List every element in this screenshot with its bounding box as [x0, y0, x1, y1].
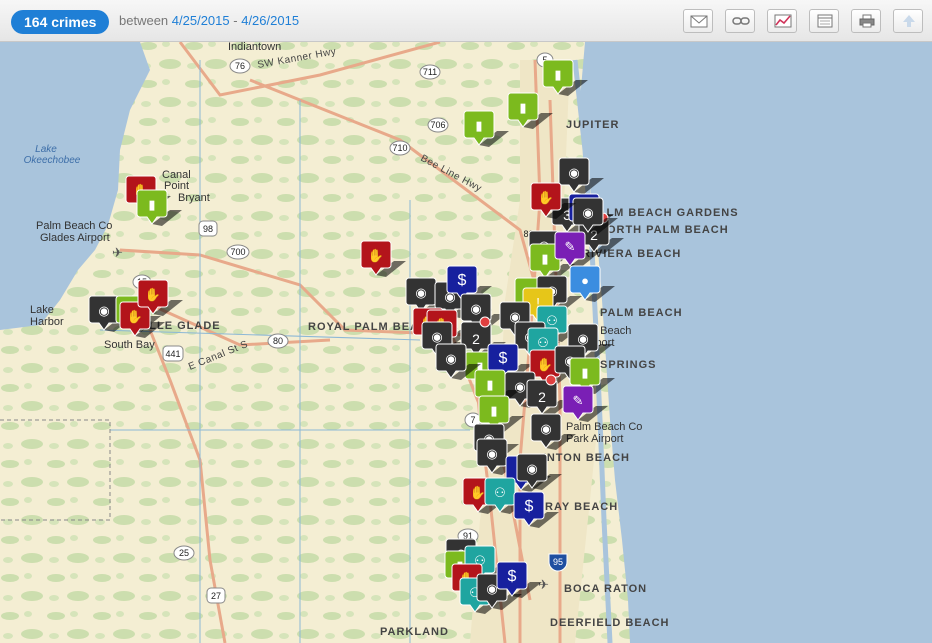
marker-glyph: ✋	[537, 357, 553, 372]
svg-text:76: 76	[235, 61, 245, 71]
airport-icon: ✈	[538, 577, 549, 592]
marker-glyph: ▮	[541, 251, 548, 266]
marker-cluster-count: 2	[472, 331, 480, 347]
svg-text:700: 700	[230, 247, 245, 257]
marker-glyph: ◉	[470, 301, 481, 316]
marker-glyph: ✋	[538, 190, 554, 205]
calendar-button[interactable]	[809, 9, 839, 33]
top-toolbar: 164 crimes between 4/25/2015 - 4/26/2015	[0, 0, 932, 42]
town-palm-beach: PALM BEACH	[600, 307, 683, 319]
scroll-top-icon	[903, 15, 915, 27]
marker-cluster-count: 2	[538, 389, 546, 405]
print-button[interactable]	[851, 9, 881, 33]
svg-text:95: 95	[553, 557, 563, 567]
email-button[interactable]	[683, 9, 713, 33]
marker-glyph: ●	[581, 273, 589, 288]
marker-glyph: ▮	[486, 377, 493, 392]
marker-glyph: ⚇	[546, 313, 558, 328]
marker-glyph: ▮	[581, 365, 588, 380]
marker-glyph: ◉	[431, 329, 442, 344]
marker-glyph: ▮	[490, 403, 497, 418]
map-canvas[interactable]: Lake Okeechobee Indiantown SW Kanner Hwy…	[0, 42, 932, 643]
town-jupiter: JUPITER	[566, 119, 619, 131]
town-parkland: PARKLAND	[380, 626, 449, 638]
svg-text:98: 98	[203, 224, 213, 234]
marker-glyph: ⚇	[537, 335, 549, 350]
lake-label-2: Okeechobee	[24, 155, 81, 166]
lake-label-1: Lake	[35, 144, 57, 155]
marker-glyph: ◉	[577, 331, 588, 346]
marker-plus-badge	[479, 316, 491, 328]
marker-glyph: ◉	[415, 285, 426, 300]
marker-glyph: $	[525, 498, 534, 515]
end-date-link[interactable]: 4/26/2015	[241, 13, 299, 28]
scroll-top-button[interactable]	[893, 9, 923, 33]
marker-glyph: ✎	[565, 239, 576, 254]
date-separator: -	[233, 13, 238, 28]
marker-glyph: ✋	[470, 485, 486, 500]
date-range: between 4/25/2015 - 4/26/2015	[119, 13, 299, 28]
marker-glyph: ▮	[475, 118, 482, 133]
marker-glyph: ◉	[540, 421, 551, 436]
marker-glyph: ▮	[519, 100, 526, 115]
marker-glyph: ◉	[445, 351, 456, 366]
email-icon	[690, 15, 708, 28]
marker-glyph: ✎	[573, 393, 584, 408]
airport-icon: ✈	[112, 245, 123, 260]
svg-text:710: 710	[392, 143, 407, 153]
crime-count-badge[interactable]: 164 crimes	[11, 10, 110, 34]
town-springs: SPRINGS	[600, 359, 657, 371]
marker-glyph: ✋	[368, 248, 384, 263]
town-deerfield-beach: DEERFIELD BEACH	[550, 617, 670, 629]
link-icon	[732, 17, 750, 25]
link-button[interactable]	[725, 9, 755, 33]
marker-glyph: ◉	[98, 303, 109, 318]
town-south-bay: South Bay	[104, 339, 155, 351]
svg-text:706: 706	[430, 120, 445, 130]
marker-glyph: ✋	[145, 287, 161, 302]
marker-glyph: ◉	[486, 446, 497, 461]
svg-text:711: 711	[423, 67, 437, 77]
lake-harbor-2: Harbor	[30, 316, 64, 328]
svg-text:80: 80	[273, 336, 283, 346]
town-canal-point-2: Point	[164, 180, 189, 192]
chart-button[interactable]	[767, 9, 797, 33]
marker-glyph: ▮	[554, 67, 561, 82]
chart-icon	[774, 14, 792, 28]
svg-text:7: 7	[470, 415, 475, 425]
marker-glyph: $	[499, 350, 508, 367]
town-north-palm-beach: NORTH PALM BEACH	[598, 224, 729, 236]
town-boca-raton: BOCA RATON	[564, 583, 647, 595]
marker-glyph: ◉	[568, 165, 579, 180]
marker-glyph: $	[458, 272, 467, 289]
marker-glyph: ▮	[148, 197, 155, 212]
lantana-airport-1: Palm Beach Co	[566, 421, 642, 433]
svg-text:441: 441	[165, 349, 180, 359]
marker-glyph: ⚇	[494, 485, 506, 500]
marker-glyph: ◉	[526, 461, 537, 476]
glades-airport-1: Palm Beach Co	[36, 220, 112, 232]
marker-glyph: ◉	[486, 581, 497, 596]
glades-airport-2: Glades Airport	[40, 232, 110, 244]
print-icon	[859, 14, 875, 28]
lake-harbor-1: Lake	[30, 304, 54, 316]
svg-text:27: 27	[211, 591, 221, 601]
start-date-link[interactable]: 4/25/2015	[172, 13, 230, 28]
marker-glyph: $	[508, 568, 517, 585]
town-bryant: Bryant	[178, 192, 210, 204]
town-indiantown: Indiantown	[228, 42, 281, 53]
atlantic-ocean	[580, 42, 932, 643]
calendar-icon	[817, 14, 833, 28]
marker-plus-badge	[545, 374, 557, 386]
crime-map[interactable]: Lake Okeechobee Indiantown SW Kanner Hwy…	[0, 42, 932, 643]
marker-glyph: ✋	[127, 309, 143, 324]
town-palm-beach-gardens: PALM BEACH GARDENS	[590, 207, 739, 219]
between-label: between	[119, 13, 169, 28]
svg-text:25: 25	[179, 548, 189, 558]
marker-glyph: ◉	[582, 205, 593, 220]
